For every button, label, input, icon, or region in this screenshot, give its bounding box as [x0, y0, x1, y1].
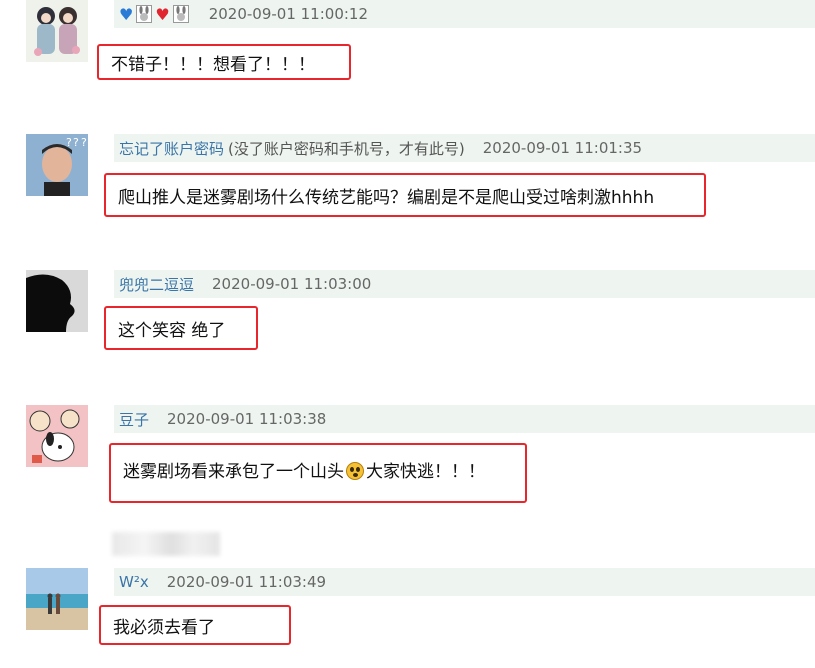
user-badge: ♥ ♥: [119, 4, 189, 24]
comment-time: 2020-09-01 11:01:35: [482, 139, 643, 157]
comment-meta: ♥ ♥ 2020-09-01 11:00:12: [114, 0, 815, 28]
highlighted-comment-text: 爬山推人是迷雾剧场什么传统艺能吗？编剧是不是爬山受过啥刺激hhhh: [104, 173, 706, 217]
highlighted-comment-text: 不错子！！！想看了！！！: [97, 44, 351, 80]
avatar[interactable]: [26, 405, 88, 467]
comment-text: 迷雾剧场看来承包了一个山头 大家快逃！！！: [123, 457, 485, 482]
bunny-icon: [172, 4, 189, 23]
highlighted-comment-text: 我必须去看了: [99, 605, 291, 645]
bunny-icon: [136, 4, 153, 23]
comment-feed: ♥ ♥ 2020-09-01 11:00:12 不错子！！！想看了！！！ ? ?…: [0, 0, 815, 668]
comment-text: 我必须去看了: [113, 617, 215, 638]
comment-username[interactable]: 兜兜二逗逗: [119, 274, 194, 295]
comment-text: 这个笑容 绝了: [118, 320, 226, 341]
comment-time: 2020-09-01 11:03:49: [166, 573, 327, 591]
comment-text-part: 迷雾剧场看来承包了一个山头: [123, 462, 344, 482]
comment-text: 爬山推人是迷雾剧场什么传统艺能吗？编剧是不是爬山受过啥刺激hhhh: [118, 187, 655, 208]
highlighted-comment-text: 迷雾剧场看来承包了一个山头 大家快逃！！！: [109, 443, 527, 503]
avatar[interactable]: ? ? ?: [26, 134, 88, 196]
comment-text-part: 大家快逃！！！: [366, 462, 485, 482]
highlighted-comment-text: 这个笑容 绝了: [104, 306, 258, 350]
comment-time: 2020-09-01 11:00:12: [208, 5, 368, 23]
avatar[interactable]: [26, 270, 88, 332]
comment-meta: W²x 2020-09-01 11:03:49: [114, 568, 815, 596]
red-heart-icon: ♥: [155, 4, 170, 24]
svg-text:?: ?: [66, 136, 72, 149]
svg-text:?: ?: [73, 136, 79, 149]
comment-meta: 忘记了账户密码 (没了账户密码和手机号，才有此号) 2020-09-01 11:…: [114, 134, 815, 162]
comment-meta: 兜兜二逗逗 2020-09-01 11:03:00: [114, 270, 815, 298]
blue-heart-icon: ♥: [119, 4, 134, 24]
blurred-content: [112, 532, 220, 556]
avatar[interactable]: [26, 0, 88, 62]
comment-time: 2020-09-01 11:03:38: [167, 410, 327, 428]
username-note: (没了账户密码和手机号，才有此号): [228, 139, 465, 158]
comment-username[interactable]: 豆子: [119, 409, 149, 430]
comment-username[interactable]: 忘记了账户密码: [119, 138, 224, 159]
comment-time: 2020-09-01 11:03:00: [212, 275, 372, 293]
comment-meta: 豆子 2020-09-01 11:03:38: [114, 405, 815, 433]
svg-text:?: ?: [81, 136, 87, 149]
surprised-face-icon: [346, 462, 364, 480]
comment-username[interactable]: W²x: [119, 573, 149, 591]
avatar[interactable]: [26, 568, 88, 630]
comment-text: 不错子！！！想看了！！！: [111, 54, 315, 75]
